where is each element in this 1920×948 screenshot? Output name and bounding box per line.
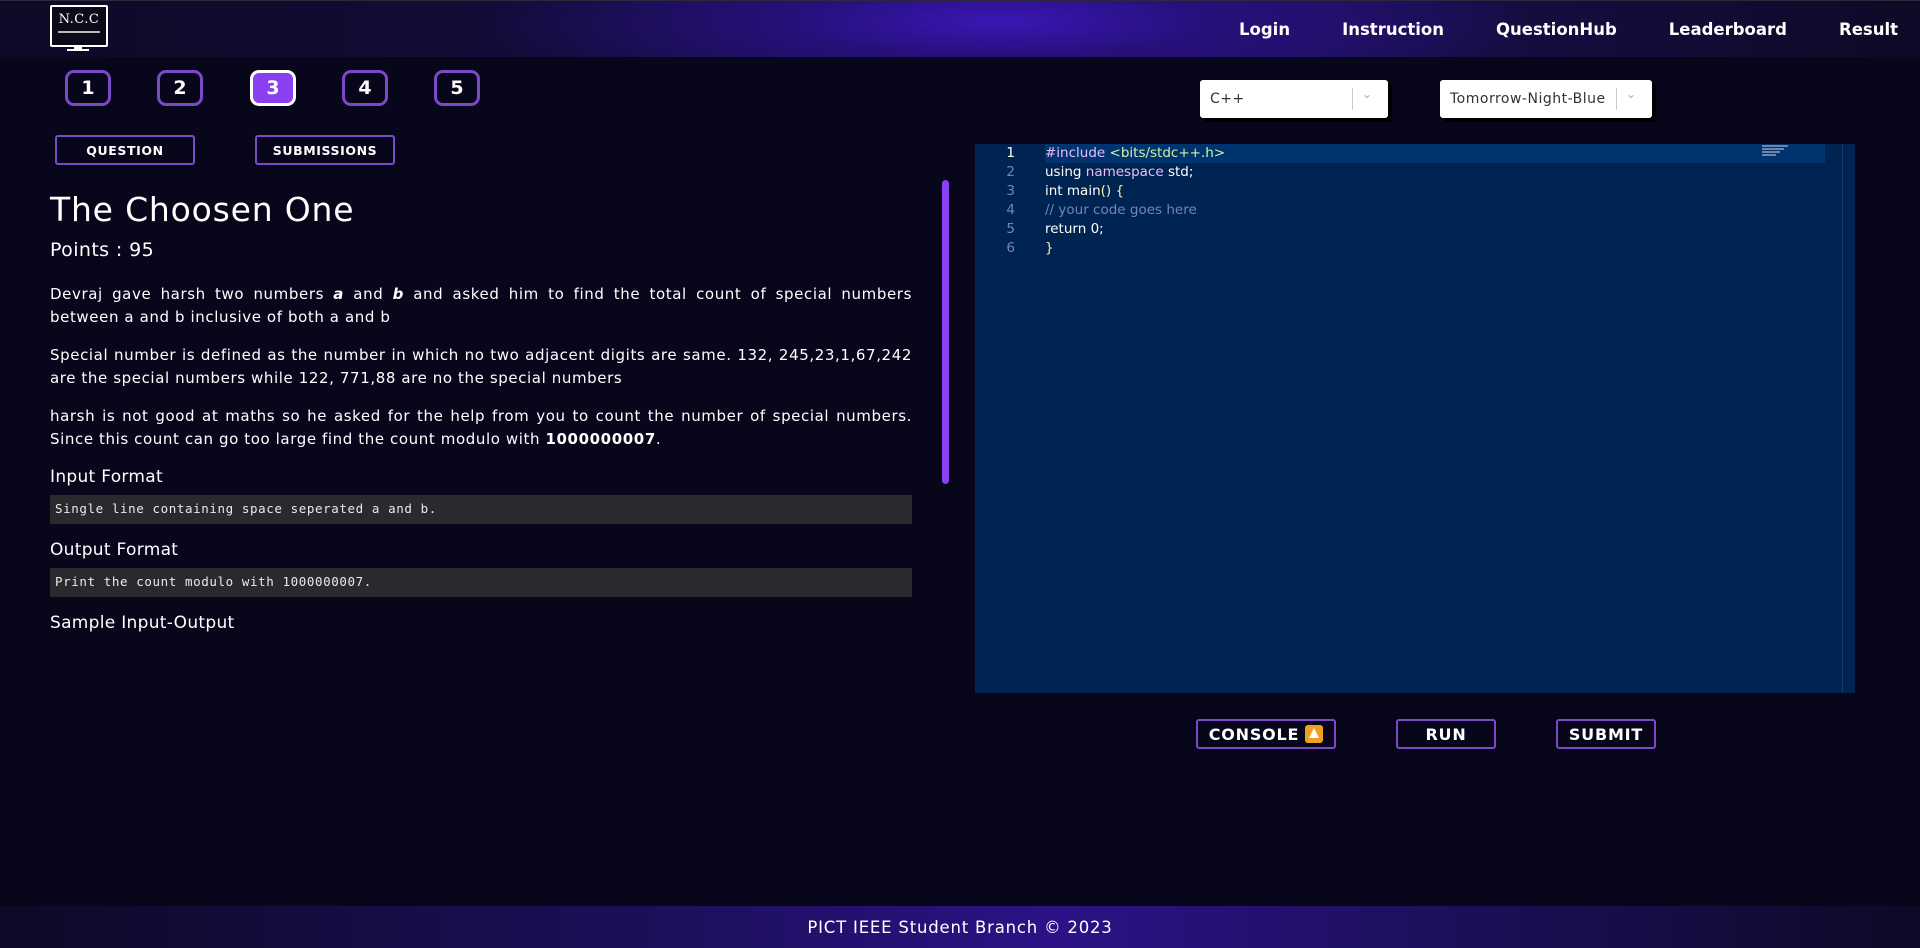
- input-format-heading: Input Format: [50, 467, 163, 487]
- run-button[interactable]: RUN: [1396, 719, 1496, 749]
- code-line: int main() {: [1045, 183, 1125, 199]
- line-number: 6: [1006, 240, 1015, 256]
- code-line: using namespace std;: [1045, 164, 1194, 180]
- problem-description-1: Devraj gave harsh two numbers a and b an…: [50, 285, 912, 326]
- input-format-box: Single line containing space seperated a…: [50, 495, 912, 524]
- code-editor[interactable]: 1 2 3 4 5 6 #include <bits/stdc++.h> usi…: [975, 144, 1855, 693]
- question-scrollbar[interactable]: [942, 180, 949, 484]
- line-number-gutter: 1 2 3 4 5 6: [975, 144, 1035, 258]
- line-number: 5: [1006, 221, 1015, 237]
- navbar: N.C.C Login Instruction QuestionHub Lead…: [0, 0, 1920, 57]
- code-lines[interactable]: #include <bits/stdc++.h> using namespace…: [1045, 144, 1225, 258]
- nav-login[interactable]: Login: [1239, 20, 1290, 39]
- footer-text: PICT IEEE Student Branch © 2023: [807, 917, 1113, 937]
- line-number: 3: [1006, 183, 1015, 199]
- warning-icon: [1305, 725, 1324, 743]
- logo-text: N.C.C: [58, 12, 100, 27]
- problem-description-3: harsh is not good at maths so he asked f…: [50, 407, 912, 448]
- nav-instruction[interactable]: Instruction: [1342, 20, 1444, 39]
- editor-scrollbar[interactable]: [1842, 144, 1843, 693]
- tab-question[interactable]: QUESTION: [55, 135, 195, 165]
- nav-links: Login Instruction QuestionHub Leaderboar…: [1239, 1, 1898, 57]
- theme-select[interactable]: Tomorrow-Night-Blue ⌄: [1440, 80, 1652, 118]
- output-format-heading: Output Format: [50, 540, 179, 560]
- nav-result[interactable]: Result: [1839, 20, 1898, 39]
- question-5-button[interactable]: 5: [434, 70, 480, 106]
- problem-title: The Choosen One: [50, 190, 355, 229]
- question-3-button[interactable]: 3: [250, 70, 296, 106]
- language-select[interactable]: C++ ⌄: [1200, 80, 1388, 118]
- code-line: return 0;: [1045, 221, 1104, 237]
- footer: PICT IEEE Student Branch © 2023: [0, 906, 1920, 948]
- nav-questionhub[interactable]: QuestionHub: [1496, 20, 1617, 39]
- chevron-down-icon: ⌄: [1626, 87, 1637, 101]
- question-4-button[interactable]: 4: [342, 70, 388, 106]
- line-number: 2: [1006, 164, 1015, 180]
- nav-leaderboard[interactable]: Leaderboard: [1669, 20, 1787, 39]
- tab-submissions[interactable]: SUBMISSIONS: [255, 135, 395, 165]
- question-panel: The Choosen One Points : 95 Devraj gave …: [50, 180, 912, 633]
- chevron-down-icon: ⌄: [1362, 87, 1373, 101]
- editor-minimap[interactable]: [1762, 145, 1792, 157]
- code-line: // your code goes here: [1045, 202, 1197, 218]
- language-value: C++: [1210, 91, 1245, 107]
- submit-button[interactable]: SUBMIT: [1556, 719, 1656, 749]
- line-number: 1: [1006, 145, 1015, 161]
- theme-value: Tomorrow-Night-Blue: [1450, 91, 1606, 107]
- console-button[interactable]: CONSOLE: [1196, 719, 1336, 749]
- output-format-box: Print the count modulo with 1000000007.: [50, 568, 912, 597]
- sample-io-heading: Sample Input-Output: [50, 613, 235, 633]
- code-line: }: [1045, 240, 1054, 256]
- problem-points: Points : 95: [50, 239, 155, 261]
- question-2-button[interactable]: 2: [157, 70, 203, 106]
- console-label: CONSOLE: [1208, 724, 1300, 744]
- code-line: #include <bits/stdc++.h>: [1045, 145, 1226, 161]
- question-1-button[interactable]: 1: [65, 70, 111, 106]
- line-number: 4: [1006, 202, 1015, 218]
- ncc-logo[interactable]: N.C.C: [50, 5, 108, 51]
- monitor-icon: N.C.C: [50, 5, 108, 47]
- problem-description-2: Special number is defined as the number …: [50, 346, 912, 387]
